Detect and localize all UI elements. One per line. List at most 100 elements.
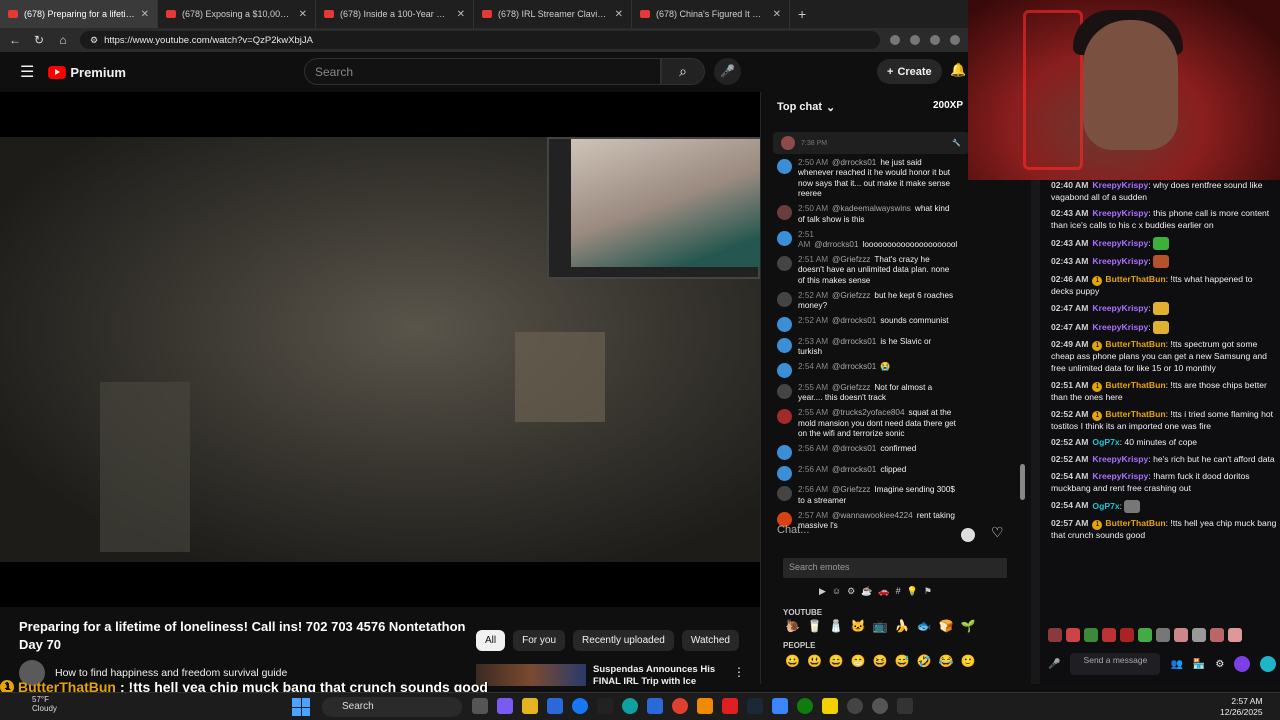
windows-start-icon[interactable] [292,698,310,716]
emote[interactable] [1153,236,1170,250]
emoji-icon[interactable] [961,528,975,542]
message-author[interactable]: @Griefzzz [832,485,870,494]
edge-icon[interactable] [622,698,638,714]
message-author[interactable]: KreepyKrispy [1092,322,1148,332]
message-author[interactable]: OgP7x [1092,500,1119,510]
avatar[interactable] [777,409,792,425]
send-message-input[interactable]: Send a message [1070,653,1161,675]
emote[interactable]: 🍌 [895,619,910,633]
obs-icon[interactable] [872,698,888,714]
store-icon[interactable]: 🏪 [1193,659,1205,670]
settings-icon[interactable]: ⚙ [1215,659,1224,670]
message-author[interactable]: @Griefzzz [832,383,870,392]
more-options-icon[interactable]: ⋮ [733,665,745,679]
message-author[interactable]: KreepyKrispy [1092,238,1148,248]
recommended-video-title[interactable]: Suspendas Announces His FINAL IRL Trip w… [593,664,723,688]
message-author[interactable]: @trucks2yoface804 [832,408,904,417]
emote[interactable]: 🐱 [851,619,866,633]
extension-icon[interactable] [910,35,920,45]
message-author[interactable]: OgP7x [1092,437,1119,447]
chip-for-you[interactable]: For you [513,630,566,651]
emote[interactable] [1156,628,1170,642]
message-author[interactable]: @drrocks01 [814,240,858,249]
message-author[interactable]: @kadeemalwayswins [832,204,911,213]
emote[interactable]: 🤣 [917,654,932,668]
message-author[interactable]: ButterThatBun [1105,409,1165,419]
emote[interactable] [1066,628,1080,642]
avatar[interactable] [777,337,792,353]
calendar-icon[interactable] [647,698,663,714]
emote[interactable] [1124,499,1141,513]
gear-category-icon[interactable]: ⚙ [847,586,855,597]
browser-tab[interactable]: (678) IRL Streamer Clavicular Just✕ [474,0,632,28]
hamburger-menu-icon[interactable]: ☰ [20,62,34,82]
new-tab-icon[interactable]: + [798,6,806,22]
profile-avatar[interactable] [950,35,960,45]
message-author[interactable]: KreepyKrispy [1092,454,1148,464]
avatar[interactable] [777,230,792,246]
avatar[interactable] [777,465,792,481]
bulb-category-icon[interactable]: 💡 [907,586,918,597]
food-category-icon[interactable]: ☕ [861,586,872,597]
emote[interactable] [1120,628,1134,642]
emote-search-input[interactable]: Search emotes [783,558,1007,578]
emote[interactable]: 📺 [873,619,888,633]
close-tab-icon[interactable]: ✕ [615,9,623,20]
emote[interactable] [1048,628,1062,642]
emote[interactable]: 🐟 [917,619,932,633]
chat-scrollbar[interactable] [1020,464,1025,500]
avatar[interactable] [777,486,792,502]
close-tab-icon[interactable]: ✕ [773,9,781,20]
chip-recently-uploaded[interactable]: Recently uploaded [573,630,674,651]
emote[interactable]: 😆 [873,654,888,668]
emote[interactable]: 😂 [939,654,954,668]
message-author[interactable]: @drrocks01 [832,465,876,474]
home-icon[interactable]: ⌂ [56,33,70,47]
url-field[interactable]: ⚙ https://www.youtube.com/watch?v=QzP2kwX… [80,31,880,49]
youtube-logo[interactable]: Premium [48,65,126,80]
emote[interactable] [1138,628,1152,642]
site-info-icon[interactable]: ⚙ [90,35,98,46]
create-button[interactable]: + Create [877,59,942,84]
notifications-bell-icon[interactable]: 🔔 [950,62,966,78]
smiley-category-icon[interactable]: ☺ [832,586,841,597]
extension-icon[interactable] [930,35,940,45]
message-author[interactable]: ButterThatBun [1105,380,1165,390]
emote[interactable] [1210,628,1224,642]
close-tab-icon[interactable]: ✕ [141,9,149,20]
message-author[interactable]: @drrocks01 [832,362,876,371]
extension-icon[interactable] [890,35,900,45]
taskbar-clock[interactable]: 2:57 AM 12/26/2025 [1220,696,1263,718]
message-author[interactable]: KreepyKrispy [1092,256,1148,266]
message-author[interactable]: KreepyKrispy [1092,471,1148,481]
voice-search-icon[interactable]: 🎤 [714,58,741,85]
emote[interactable] [1153,255,1170,269]
message-author[interactable]: KreepyKrispy [1092,303,1148,313]
pinned-message[interactable]: 7:38 PM 🔧 [773,132,969,154]
message-author[interactable]: @drrocks01 [832,444,876,453]
message-author[interactable]: @drrocks01 [832,337,876,346]
browser-tab[interactable]: (678) China's Figured It Out... - Yo✕ [632,0,790,28]
chip-all[interactable]: All [476,630,506,651]
emote[interactable] [1228,628,1242,642]
emote[interactable]: 😃 [807,654,822,668]
users-icon[interactable]: 👥 [1170,659,1182,670]
github-icon[interactable] [847,698,863,714]
emote[interactable]: 🐌 [785,619,800,633]
youtube-category-icon[interactable]: ▶ [819,586,826,597]
browser-tab[interactable]: (678) Exposing a $10,000,000,000✕ [158,0,316,28]
car-category-icon[interactable]: 🚗 [878,586,889,597]
xbox-icon[interactable] [797,698,813,714]
recommended-video-thumbnail[interactable] [476,664,586,686]
emote[interactable] [1192,628,1206,642]
avatar[interactable] [777,159,792,174]
message-author[interactable]: KreepyKrispy [1092,180,1148,190]
search-button[interactable]: ⌕ [661,58,705,85]
copilot-icon[interactable] [497,698,513,714]
app-icon[interactable] [772,698,788,714]
back-icon[interactable]: ← [8,33,22,47]
avatar[interactable] [777,291,792,307]
chat-input[interactable]: Chat... [777,524,977,536]
emote[interactable] [1153,302,1170,316]
emote[interactable]: 😅 [895,654,910,668]
